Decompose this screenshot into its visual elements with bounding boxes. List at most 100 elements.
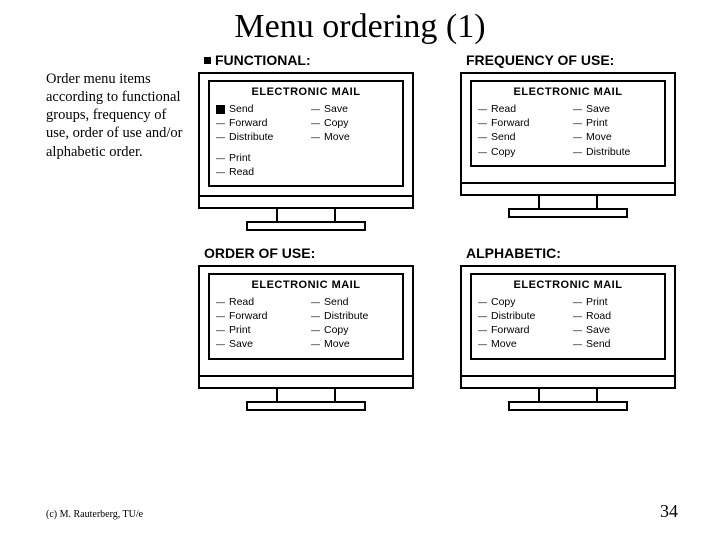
monitor-bezel <box>460 184 676 196</box>
quad-frequency: FREQUENCY OF USE: ELECTRONIC MAIL Read F… <box>460 52 682 231</box>
monitor-bezel <box>198 377 414 389</box>
marker-icon <box>311 116 321 130</box>
monitor-neck <box>276 209 336 221</box>
screen: ELECTRONIC MAIL Copy Distribute Forward … <box>460 265 676 377</box>
menu-item: Forward <box>478 323 563 337</box>
menu-item: Save <box>216 337 301 351</box>
marker-icon <box>478 130 488 144</box>
screen: ELECTRONIC MAIL Read Forward Send Copy S… <box>460 72 676 184</box>
menu-item: Print <box>573 295 658 309</box>
marker-icon <box>478 116 488 130</box>
marker-icon <box>216 105 225 114</box>
quad-functional: FUNCTIONAL: ELECTRONIC MAIL Send Forward… <box>198 52 420 231</box>
monitor-base <box>246 221 366 231</box>
marker-icon <box>573 309 583 323</box>
marker-icon <box>478 309 488 323</box>
menu-item: Copy <box>311 116 396 130</box>
footer-copyright: (c) M. Rauterberg, TU/e <box>46 509 143 520</box>
menu-text: Distribute <box>229 130 273 144</box>
menu-item: Copy <box>478 145 563 159</box>
menu-item: Send <box>311 295 396 309</box>
quad-label-text: FREQUENCY OF USE: <box>466 52 614 68</box>
menu-text: Move <box>586 130 612 144</box>
marker-icon <box>311 102 321 116</box>
menu-text: Save <box>586 102 610 116</box>
screen-title: ELECTRONIC MAIL <box>216 86 396 98</box>
marker-icon <box>311 309 321 323</box>
menu-item: Move <box>311 337 396 351</box>
quad-label-text: ALPHABETIC: <box>466 245 561 261</box>
marker-icon <box>573 337 583 351</box>
marker-icon <box>216 337 226 351</box>
menu-item: Send <box>573 337 658 351</box>
menu-item: Save <box>311 102 396 116</box>
menu-text: Copy <box>491 145 516 159</box>
quad-orderofuse: ORDER OF USE: ELECTRONIC MAIL Read Forwa… <box>198 245 420 411</box>
menu-item: Move <box>478 337 563 351</box>
monitor-base <box>246 401 366 411</box>
quad-label-text: FUNCTIONAL: <box>215 52 311 68</box>
monitor: ELECTRONIC MAIL Copy Distribute Forward … <box>460 265 676 411</box>
marker-icon <box>311 130 321 144</box>
marker-icon <box>573 102 583 116</box>
quad-alphabetic: ALPHABETIC: ELECTRONIC MAIL Copy Distrib… <box>460 245 682 411</box>
menu-text: Distribute <box>586 145 630 159</box>
sidebar-text: Order menu items according to functional… <box>46 52 198 411</box>
menu-text: Move <box>324 337 350 351</box>
quad-label-alphabetic: ALPHABETIC: <box>460 245 682 265</box>
marker-icon <box>573 130 583 144</box>
marker-icon <box>311 295 321 309</box>
monitor-neck <box>276 389 336 401</box>
menu-item: Send <box>216 102 301 116</box>
monitor-bezel <box>198 197 414 209</box>
marker-icon <box>216 116 226 130</box>
monitor-base <box>508 208 628 218</box>
menu-text: Send <box>324 295 349 309</box>
menu-text: Read <box>229 165 254 179</box>
marker-icon <box>311 323 321 337</box>
monitor: ELECTRONIC MAIL Read Forward Print Save … <box>198 265 414 411</box>
bullet-icon <box>204 57 211 64</box>
monitor-neck <box>538 389 598 401</box>
menu-item: Copy <box>478 295 563 309</box>
marker-icon <box>478 323 488 337</box>
menu-item: Send <box>478 130 563 144</box>
menu-item: Save <box>573 323 658 337</box>
screen: ELECTRONIC MAIL Send Forward Distribute … <box>198 72 414 197</box>
menu-text: Print <box>229 323 251 337</box>
menu-text: Print <box>586 116 608 130</box>
quad-label-frequency: FREQUENCY OF USE: <box>460 52 682 72</box>
menu-item: Read <box>216 165 396 179</box>
menu-item: Move <box>573 130 658 144</box>
menu-text: Send <box>229 102 254 116</box>
menu-item: Print <box>216 151 396 165</box>
marker-icon <box>311 337 321 351</box>
marker-icon <box>216 151 226 165</box>
menu-item: Read <box>216 295 301 309</box>
page-title: Menu ordering (1) <box>0 0 720 52</box>
menu-text: Copy <box>324 116 349 130</box>
menu-item: Distribute <box>216 130 301 144</box>
menu-item: Read <box>478 102 563 116</box>
monitor-neck <box>538 196 598 208</box>
marker-icon <box>478 337 488 351</box>
menu-text: Road <box>586 309 611 323</box>
menu-text: Distribute <box>324 309 368 323</box>
marker-icon <box>573 295 583 309</box>
screen-title: ELECTRONIC MAIL <box>478 86 658 98</box>
marker-icon <box>478 145 488 159</box>
screen-title: ELECTRONIC MAIL <box>216 279 396 291</box>
menu-text: Save <box>586 323 610 337</box>
menu-text: Print <box>586 295 608 309</box>
quad-label-text: ORDER OF USE: <box>204 245 315 261</box>
marker-icon <box>216 165 226 179</box>
menu-text: Forward <box>229 116 268 130</box>
menu-text: Read <box>491 102 516 116</box>
menu-item: Save <box>573 102 658 116</box>
marker-icon <box>216 323 226 337</box>
menu-text: Forward <box>491 323 530 337</box>
menu-item: Forward <box>478 116 563 130</box>
monitor: ELECTRONIC MAIL Send Forward Distribute … <box>198 72 414 231</box>
menu-text: Move <box>491 337 517 351</box>
marker-icon <box>216 295 226 309</box>
